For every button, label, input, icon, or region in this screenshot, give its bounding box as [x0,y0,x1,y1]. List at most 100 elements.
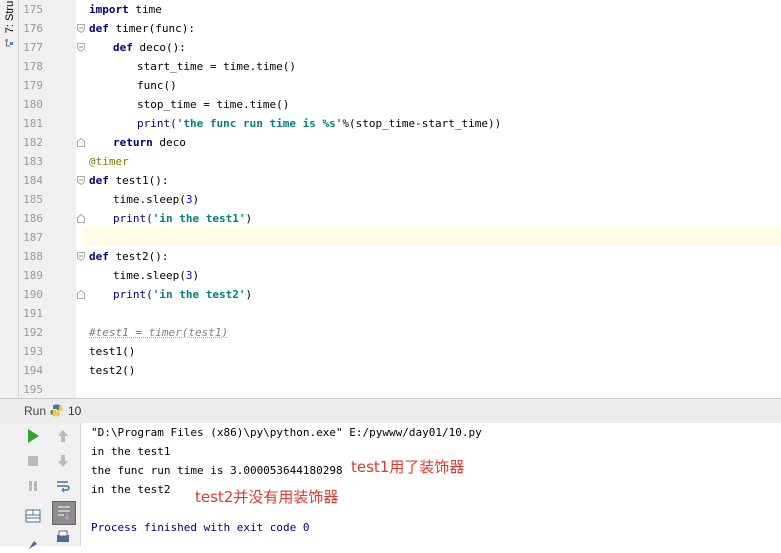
code-text: test2(): [108,250,169,263]
code-text: time.sleep( [113,193,186,206]
line-number: 191 [23,307,43,320]
fold-marker-icon[interactable] [77,43,85,52]
code-text: ) [192,193,200,206]
line-number: 184 [23,174,43,187]
line-number: 180 [23,98,43,111]
code-line: 175 import time [0,0,781,19]
rerun-icon[interactable] [24,427,42,445]
code-line: 183 @timer [0,152,781,171]
scroll-to-end-button[interactable] [52,501,76,525]
python-icon [50,404,63,417]
line-number: 189 [23,269,43,282]
code-text: stop_time = time.time() [137,98,290,111]
code-line: 188 def test2(): [0,247,781,266]
line-number: 187 [23,231,43,244]
code-line: 184 def test1(): [0,171,781,190]
line-number: 185 [23,193,43,206]
up-arrow-icon[interactable] [54,427,72,445]
code-text: time [128,3,162,16]
string-literal: 'in the test2' [152,288,246,301]
line-number: 192 [23,326,43,339]
string-literal: 'the func run time is %s' [176,117,343,130]
line-number: 176 [23,22,43,35]
keyword: import [89,3,129,16]
code-text: deco [152,136,186,149]
run-label: Run [24,404,47,418]
fold-end-marker-icon[interactable] [77,290,85,299]
console-exit-line: Process finished with exit code 0 [91,521,310,534]
fold-end-marker-icon[interactable] [77,138,85,147]
run-panel-header[interactable]: Run 10 [0,398,781,424]
line-number: 182 [23,136,43,149]
print-icon[interactable] [54,528,72,546]
line-number: 186 [23,212,43,225]
line-number: 188 [23,250,43,263]
console-output-line: the func run time is 3.000053644180298 [91,464,343,477]
code-line: 181 print('the func run time is %s'%(sto… [0,114,781,133]
code-line: 192 #test1 = timer(test1) [0,323,781,342]
code-text: test2() [89,364,136,377]
down-arrow-icon[interactable] [54,452,72,470]
code-line: 195 [0,380,781,399]
code-line: 190 print('in the test2') [0,285,781,304]
code-line: 177 def deco(): [0,38,781,57]
pin-icon[interactable] [24,535,42,553]
code-text: ) [245,288,253,301]
fold-marker-icon[interactable] [77,24,85,33]
code-line: 193 test1() [0,342,781,361]
code-text: start_time = time.time() [137,60,296,73]
console-command-line: "D:\Program Files (x86)\py\python.exe" E… [91,426,482,439]
line-number: 193 [23,345,43,358]
pause-icon[interactable] [24,477,42,495]
builtin-function: print( [113,288,153,301]
run-console[interactable]: "D:\Program Files (x86)\py\python.exe" E… [81,423,781,546]
line-number: 181 [23,117,43,130]
code-line: 176 def timer(func): [0,19,781,38]
decorator: @timer [89,155,129,168]
keyword: def [89,250,109,263]
code-text: ) [192,269,200,282]
code-text: deco(): [132,41,186,54]
annotation-test1: test1用了装饰器 [351,458,465,476]
code-line: 186 print('in the test1') [0,209,781,228]
stop-icon[interactable] [24,452,42,470]
code-line: 191 [0,304,781,323]
comment: #test1 = timer(test1) [89,326,229,339]
builtin-function: print( [113,212,153,225]
soft-wrap-icon[interactable] [54,477,72,495]
string-literal: 'in the test1' [152,212,246,225]
keyword: return [113,136,153,149]
line-number: 177 [23,41,43,54]
scroll-to-end-icon [58,506,70,520]
code-line: 189 time.sleep(3) [0,266,781,285]
line-number: 194 [23,364,43,377]
code-line: 185 time.sleep(3) [0,190,781,209]
line-number: 190 [23,288,43,301]
fold-marker-icon[interactable] [77,252,85,261]
code-line: 182 return deco [0,133,781,152]
code-text: time.sleep( [113,269,186,282]
line-number: 175 [23,3,43,16]
keyword: def [89,174,109,187]
code-line: 179 func() [0,76,781,95]
code-line: 180 stop_time = time.time() [0,95,781,114]
console-output-line: in the test1 [91,445,171,458]
code-text: test1() [89,345,136,358]
console-output-line: in the test2 [91,483,171,496]
code-line: 187 [0,228,781,247]
layout-icon[interactable] [24,507,42,525]
builtin-function: print( [137,117,177,130]
fold-end-marker-icon[interactable] [77,214,85,223]
code-text: test1(): [108,174,169,187]
keyword: def [89,22,109,35]
fold-marker-icon[interactable] [77,176,85,185]
code-text: func() [137,79,177,92]
run-toolbar [0,423,81,549]
annotation-test2: test2并没有用装饰器 [195,488,339,506]
code-line: 194 test2() [0,361,781,380]
code-text: ) [245,212,253,225]
code-text: %(stop_time-start_time)) [342,117,502,130]
line-number: 195 [23,383,43,396]
line-number: 178 [23,60,43,73]
keyword: def [113,41,133,54]
